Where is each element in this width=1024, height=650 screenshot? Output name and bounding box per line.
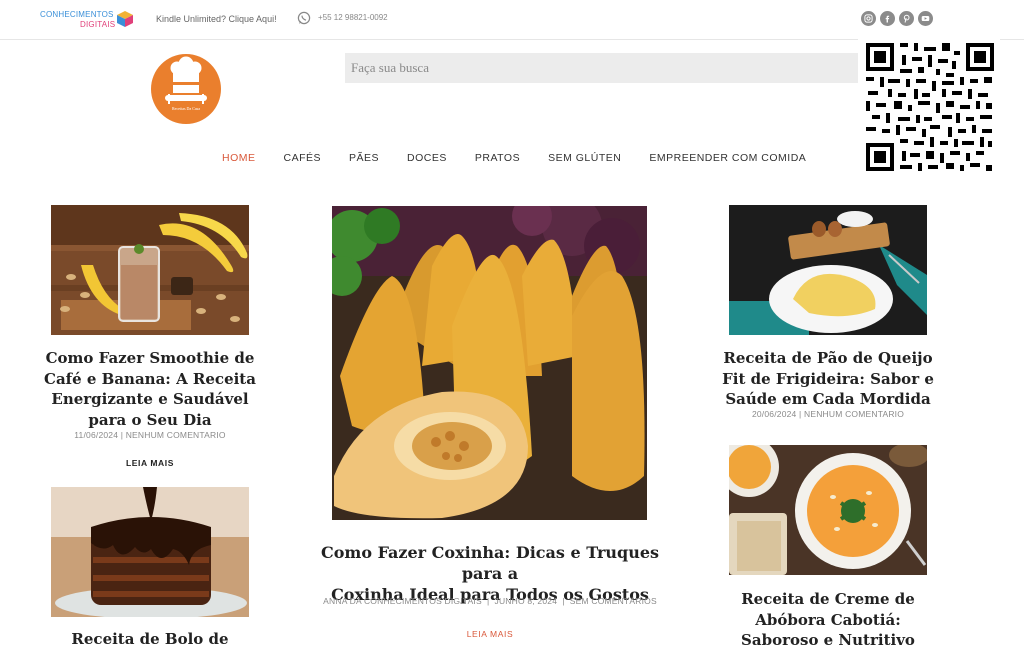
title-line: para o Seu Dia <box>88 410 212 429</box>
abobora-title[interactable]: Receita de Creme de Abóbora Cabotiá: Sab… <box>718 589 938 650</box>
facebook-icon[interactable] <box>880 11 895 26</box>
title-line: Saúde em Cada Mordida <box>725 390 931 408</box>
nav-paes[interactable]: PÃES <box>349 152 379 164</box>
brand-line-1: CONHECIMENTOS <box>40 10 114 19</box>
nav-cafes[interactable]: CAFÉS <box>284 152 322 164</box>
whatsapp-icon[interactable] <box>297 11 311 25</box>
kindle-unlimited-link[interactable]: Kindle Unlimited? Clique Aqui! <box>156 14 277 24</box>
search-input[interactable] <box>345 53 859 83</box>
coxinha-meta: ANNA DA CONHECIMENTOS DIGITAIS | JUNHO 8… <box>323 596 657 606</box>
nav-doces[interactable]: DOCES <box>407 152 447 164</box>
title-line: Energizante e Saudável <box>51 390 249 408</box>
title-line: Como Fazer Coxinha: Dicas e Truques para… <box>320 543 660 583</box>
bolo-title[interactable]: Receita de Bolo de <box>40 629 260 650</box>
top-bar: CONHECIMENTOS DIGITAIS Kindle Unlimited?… <box>0 0 1024 40</box>
pao-de-queijo-title[interactable]: Receita de Pão de Queijo Fit de Frigidei… <box>718 348 938 410</box>
title-line: Receita de Creme de <box>741 590 915 608</box>
pao-de-queijo-image[interactable] <box>729 205 927 335</box>
coxinha-image[interactable] <box>332 206 647 520</box>
title-line: Como Fazer Smoothie de <box>45 349 255 367</box>
coxinha-read-more[interactable]: LEIA MAIS <box>440 629 540 639</box>
youtube-icon[interactable] <box>918 11 933 26</box>
smoothie-image[interactable] <box>51 205 249 335</box>
nav-empreender-com-comida[interactable]: EMPREENDER COM COMIDA <box>649 152 806 164</box>
pao-de-queijo-meta: 20/06/2024 | NENHUM COMENTARIO <box>751 409 905 419</box>
smoothie-title[interactable]: Como Fazer Smoothie de Café e Banana: A … <box>40 348 260 430</box>
title-line: Café e Banana: A Receita <box>44 369 256 388</box>
smoothie-meta: 11/06/2024 | NENHUM COMENTARIO <box>74 430 226 440</box>
qr-code <box>858 38 1000 178</box>
title-line: Fit de Frigideira: Sabor e <box>722 369 934 388</box>
nav-home[interactable]: HOME <box>222 152 256 164</box>
title-line: Abóbora Cabotiá: <box>755 610 901 629</box>
chef-hat-icon <box>165 56 207 104</box>
main-nav: HOME CAFÉS PÃES DOCES PRATOS SEM GLÚTEN … <box>208 152 820 164</box>
title-line: Receita de Bolo de <box>71 630 229 648</box>
bolo-image[interactable] <box>51 487 249 617</box>
brand-line-2: DIGITAIS <box>80 20 116 29</box>
brand-logo[interactable]: CONHECIMENTOS DIGITAIS <box>40 10 136 32</box>
abobora-image[interactable] <box>729 445 927 575</box>
site-logo[interactable]: Receitas Da Casa <box>151 54 221 124</box>
instagram-icon[interactable] <box>861 11 876 26</box>
pinterest-icon[interactable] <box>899 11 914 26</box>
title-line: Saboroso e Nutritivo <box>741 631 915 649</box>
nav-sem-gluten[interactable]: SEM GLÚTEN <box>548 152 621 164</box>
smoothie-read-more[interactable]: LEIA MAIS <box>100 458 200 468</box>
nav-pratos[interactable]: PRATOS <box>475 152 520 164</box>
title-line: Receita de Pão de Queijo <box>723 349 933 367</box>
social-links <box>861 11 933 26</box>
cube-icon <box>117 11 133 27</box>
phone-number: +55 12 98821-0092 <box>318 13 388 22</box>
logo-text: Receitas Da Casa <box>172 106 200 111</box>
